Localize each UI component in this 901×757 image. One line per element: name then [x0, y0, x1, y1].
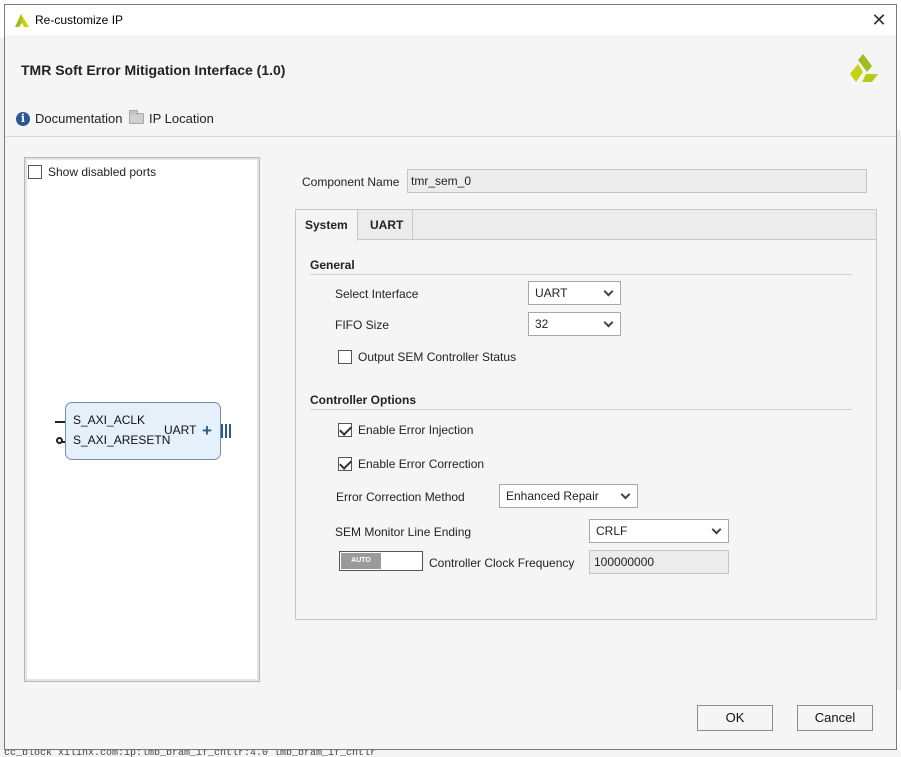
- sem-monitor-line-ending-value: CRLF: [596, 524, 628, 538]
- chevron-down-icon: [620, 489, 631, 500]
- tab-uart[interactable]: UART: [361, 210, 414, 240]
- output-sem-status-box[interactable]: [338, 350, 352, 364]
- error-correction-method-value: Enhanced Repair: [506, 489, 599, 503]
- link-bar: i Documentation IP Location: [5, 103, 896, 137]
- enable-error-correction-label: Enable Error Correction: [358, 457, 485, 471]
- port-s-axi-aclk: S_AXI_ACLK: [73, 413, 146, 427]
- select-interface-value: UART: [535, 286, 568, 300]
- auto-toggle-label: AUTO: [341, 553, 381, 569]
- documentation-label: Documentation: [35, 111, 123, 126]
- port-line-aclk: [55, 421, 65, 423]
- active-low-bubble-icon: [56, 437, 63, 444]
- enable-error-injection-label: Enable Error Injection: [358, 423, 474, 437]
- error-correction-method-dropdown[interactable]: Enhanced Repair: [499, 484, 638, 508]
- fifo-size-value: 32: [535, 317, 549, 331]
- port-s-axi-aresetn: S_AXI_ARESETN: [73, 433, 171, 447]
- cancel-button[interactable]: Cancel: [797, 705, 873, 731]
- recustomize-ip-dialog: Re-customize IP ✕ TMR Soft Error Mitigat…: [4, 4, 897, 750]
- vivado-logo-icon: [15, 14, 29, 27]
- show-disabled-ports-box[interactable]: [28, 165, 42, 179]
- controller-separator: [310, 409, 852, 410]
- controller-clock-frequency-input[interactable]: 100000000: [589, 550, 729, 574]
- fifo-size-label: FIFO Size: [335, 318, 390, 332]
- port-uart: UART: [164, 423, 197, 437]
- sem-monitor-line-ending-label: SEM Monitor Line Ending: [335, 525, 472, 539]
- dialog-body: Show disabled ports S_AXI_ACLK S_AXI_ARE…: [5, 137, 896, 749]
- ip-block-symbol[interactable]: S_AXI_ACLK S_AXI_ARESETN UART +: [65, 402, 221, 460]
- fifo-size-dropdown[interactable]: 32: [528, 312, 621, 336]
- ok-button[interactable]: OK: [697, 705, 773, 731]
- bus-interface-icon: [221, 424, 231, 438]
- select-interface-label: Select Interface: [335, 287, 419, 301]
- component-name-input[interactable]: tmr_sem_0: [407, 169, 867, 193]
- output-sem-status-checkbox[interactable]: Output SEM Controller Status: [338, 350, 516, 364]
- select-interface-dropdown[interactable]: UART: [528, 281, 621, 305]
- enable-error-correction-checkbox[interactable]: Enable Error Correction: [338, 457, 484, 471]
- close-button[interactable]: ✕: [866, 8, 892, 32]
- controller-options-heading: Controller Options: [310, 393, 416, 407]
- error-correction-method-label: Error Correction Method: [336, 490, 465, 504]
- ip-location-link[interactable]: IP Location: [129, 110, 214, 126]
- sem-monitor-line-ending-dropdown[interactable]: CRLF: [589, 519, 729, 543]
- component-name-label: Component Name: [302, 175, 400, 189]
- general-heading: General: [310, 258, 355, 272]
- chevron-down-icon: [603, 286, 614, 297]
- show-disabled-ports-checkbox[interactable]: Show disabled ports: [28, 165, 156, 179]
- xilinx-logo-icon: [850, 54, 878, 82]
- window-title: Re-customize IP: [35, 13, 124, 27]
- clock-frequency-auto-toggle[interactable]: AUTO: [339, 551, 423, 571]
- title-bar: Re-customize IP ✕: [5, 5, 896, 35]
- output-sem-status-label: Output SEM Controller Status: [358, 350, 517, 364]
- tab-strip: System UART: [296, 210, 876, 241]
- ip-location-label: IP Location: [149, 111, 214, 126]
- info-icon: i: [16, 111, 30, 126]
- chevron-down-icon: [603, 317, 614, 328]
- show-disabled-ports-label: Show disabled ports: [48, 165, 157, 179]
- general-separator: [310, 274, 852, 275]
- chevron-down-icon: [711, 524, 722, 535]
- documentation-link[interactable]: i Documentation: [16, 111, 122, 126]
- folder-icon: [129, 110, 144, 124]
- enable-error-correction-box[interactable]: [338, 457, 352, 471]
- tab-system[interactable]: System: [296, 210, 358, 241]
- background-app-text: cc_block xilinx.com:ip:lmb_bram_if_cntlr…: [0, 750, 901, 757]
- enable-error-injection-box[interactable]: [338, 423, 352, 437]
- expand-plus-icon[interactable]: +: [202, 422, 212, 439]
- enable-error-injection-checkbox[interactable]: Enable Error Injection: [338, 423, 473, 437]
- dialog-header: TMR Soft Error Mitigation Interface (1.0…: [5, 35, 896, 103]
- controller-clock-frequency-label: Controller Clock Frequency: [429, 556, 575, 570]
- ip-symbol-panel: Show disabled ports S_AXI_ACLK S_AXI_ARE…: [24, 157, 260, 682]
- ip-title: TMR Soft Error Mitigation Interface (1.0…: [21, 62, 286, 78]
- config-tab-panel: System UART General Select Interface UAR…: [295, 209, 877, 620]
- close-icon: ✕: [871, 10, 887, 30]
